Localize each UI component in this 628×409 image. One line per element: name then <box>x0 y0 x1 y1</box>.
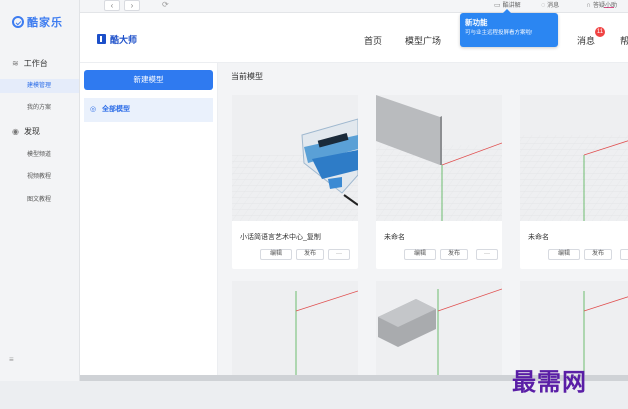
new-model-button[interactable]: 新建模型 <box>84 70 213 90</box>
forward-button[interactable]: › <box>124 0 140 11</box>
more-button[interactable]: ··· <box>620 249 628 260</box>
main-panel: 酷大师 首页 模型广场 消息 11 帮 新建模型 ◎ 全部模型 当前模型 小话简… <box>80 13 628 375</box>
refresh-icon[interactable]: ⟳ <box>162 0 169 9</box>
edit-button[interactable]: 编辑 <box>404 249 436 260</box>
message-count-badge: 11 <box>595 27 605 37</box>
back-button[interactable]: ‹ <box>104 0 120 11</box>
kudashi-logo-icon <box>97 34 106 44</box>
publish-button[interactable]: 发布 <box>296 249 324 260</box>
more-button[interactable]: ··· <box>476 249 498 260</box>
app-brand[interactable]: 酷家乐 <box>12 14 63 30</box>
nav-home[interactable]: 首页 <box>364 34 382 47</box>
model-preview-image <box>376 281 502 375</box>
nav-help[interactable]: 帮 <box>620 34 628 47</box>
model-thumbnail[interactable] <box>376 281 502 375</box>
nav-messages[interactable]: 消息 <box>577 34 595 47</box>
model-thumbnail[interactable] <box>376 95 502 221</box>
model-thumbnail[interactable] <box>520 281 628 375</box>
model-card[interactable]: 未命名 编辑 发布 ··· <box>376 95 502 269</box>
section-workbench[interactable]: ≋ 工作台 <box>12 58 48 69</box>
tooltip-text: 可与业主远程投屏看方案啦! <box>465 30 533 36</box>
sidebar-item-my-plans[interactable]: 我的方案 <box>0 101 79 115</box>
menu-icon[interactable]: ≡ <box>9 355 14 364</box>
message-label: 消息 <box>547 3 560 9</box>
model-preview-image <box>520 95 628 221</box>
section-title: 当前模型 <box>231 72 263 81</box>
brand-name: 酷家乐 <box>27 17 63 29</box>
section-discover[interactable]: ◉ 发现 <box>12 126 40 137</box>
model-card[interactable] <box>232 281 358 375</box>
wifi-icon: ≋ <box>12 59 19 68</box>
sidebar-item-model-management[interactable]: 建模管理 <box>0 79 79 93</box>
message-link[interactable]: ◌ 消息 <box>541 0 559 12</box>
model-name[interactable]: 未命名 <box>528 232 549 242</box>
sidebar-item-model-channel[interactable]: 模型频道 <box>0 148 79 162</box>
section-label: 发现 <box>23 127 40 136</box>
model-thumbnail[interactable] <box>520 95 628 221</box>
model-thumbnail[interactable] <box>232 95 358 221</box>
monitor-icon: ▭ <box>494 2 501 9</box>
model-grid: 当前模型 小话简语言艺术中心_复制 编辑 发布 ··· 未命名 编辑 发布 ··… <box>218 63 628 375</box>
all-models-item[interactable]: ◎ 全部模型 <box>84 98 213 122</box>
model-thumbnail[interactable] <box>232 281 358 375</box>
window-topbar: ‹ › ⟳ ▭ 酷讲解 ◌ 消息 ∩ 答疑小助 <box>80 0 628 13</box>
headset-icon: ∩ <box>586 2 592 9</box>
model-name[interactable]: 小话简语言艺术中心_复制 <box>240 232 321 242</box>
logo-icon <box>12 16 24 28</box>
sidebar-item-text-tutorials[interactable]: 图文教程 <box>0 193 79 207</box>
app-title[interactable]: 酷大师 <box>110 33 137 46</box>
publish-button[interactable]: 发布 <box>440 249 468 260</box>
app-sidebar: 酷家乐 ≋ 工作台 建模管理 我的方案 ◉ 发现 模型频道 视频教程 图文教程 … <box>0 0 80 381</box>
tooltip-title: 新功能 <box>465 18 488 27</box>
new-feature-tooltip[interactable]: 新功能 可与业主远程投屏看方案啦! <box>460 9 558 47</box>
model-card[interactable]: 未命名 编辑 发布 ··· <box>520 95 628 269</box>
model-sidebar: 新建模型 ◎ 全部模型 <box>80 63 218 375</box>
model-card[interactable] <box>376 281 502 375</box>
compass-icon: ◉ <box>12 127 19 136</box>
section-label: 工作台 <box>23 59 48 68</box>
watermark: 最需网 <box>512 370 587 396</box>
publish-button[interactable]: 发布 <box>584 249 612 260</box>
model-preview-image <box>232 95 358 221</box>
help-link[interactable]: ∩ 答疑小助 <box>586 0 617 12</box>
model-card[interactable] <box>520 281 628 375</box>
model-preview-image <box>232 281 358 375</box>
more-button[interactable]: ··· <box>328 249 350 260</box>
model-card[interactable]: 小话简语言艺术中心_复制 编辑 发布 ··· <box>232 95 358 269</box>
model-name[interactable]: 未命名 <box>384 232 405 242</box>
model-preview-image <box>376 95 502 221</box>
nav-model-plaza[interactable]: 模型广场 <box>405 34 441 47</box>
edit-button[interactable]: 编辑 <box>548 249 580 260</box>
model-preview-image <box>520 281 628 375</box>
sidebar-item-video-tutorials[interactable]: 视频教程 <box>0 170 79 184</box>
edit-button[interactable]: 编辑 <box>260 249 292 260</box>
help-label: 答疑小助 <box>593 3 618 9</box>
all-models-label: 全部模型 <box>102 106 130 113</box>
folder-icon: ◎ <box>90 106 97 113</box>
bell-icon: ◌ <box>541 2 546 9</box>
